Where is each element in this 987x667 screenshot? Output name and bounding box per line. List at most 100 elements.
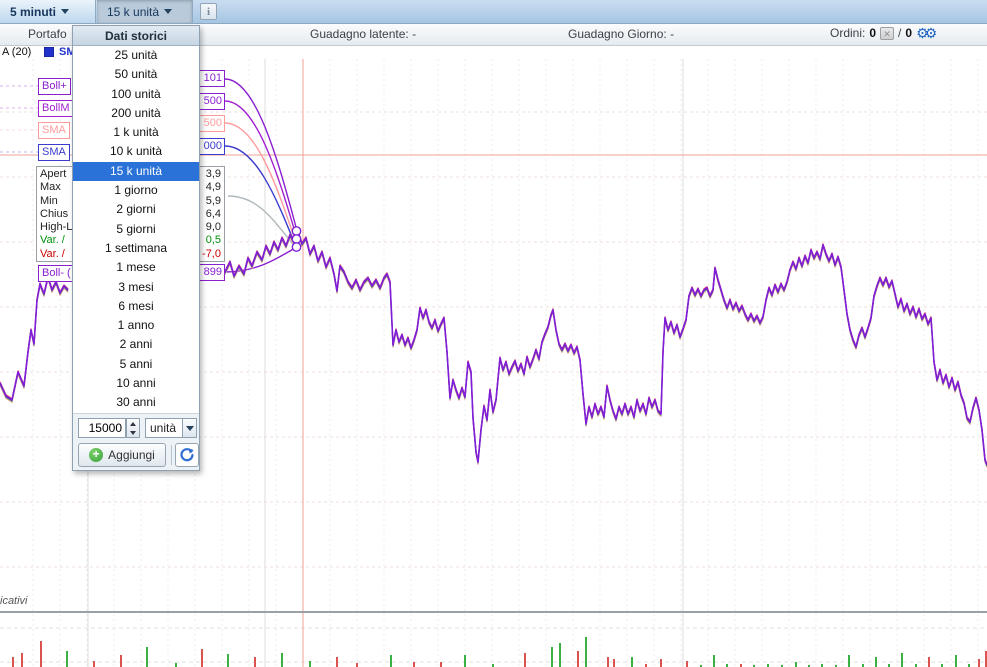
settings-gears-icon[interactable]: ⚙⚙	[916, 26, 937, 40]
add-button-label: Aggiungi	[108, 448, 155, 462]
latent-gain-value: -	[412, 27, 417, 41]
indicator-value-box: 500	[198, 93, 225, 110]
volume-bar	[336, 657, 338, 667]
chevron-down-icon	[185, 425, 194, 431]
dropdown-item[interactable]: 200 unità	[73, 104, 199, 123]
volume-bar	[175, 663, 177, 667]
band-end-marker	[291, 234, 302, 244]
dropdown-item[interactable]: 3 mesi	[73, 278, 199, 297]
legend-label-fragment: A (20)	[2, 46, 32, 58]
interval-label: 5 minuti	[10, 4, 57, 19]
band-end-marker	[291, 242, 302, 252]
refresh-icon	[180, 448, 194, 462]
dropdown-item[interactable]: 1 mese	[73, 258, 199, 277]
dropdown-item-selected[interactable]: 15 k unità	[73, 161, 199, 182]
dropdown-item[interactable]: 2 giorni	[73, 200, 199, 219]
dropdown-item[interactable]: 50 unità	[73, 65, 199, 84]
tooltip-label: Var. /	[40, 247, 65, 260]
volume-bar	[21, 653, 23, 667]
orders-separator: /	[898, 26, 902, 40]
volume-bar	[254, 657, 256, 667]
main-toolbar: 5 minuti 15 k unità i	[0, 0, 987, 24]
tooltip-value: 9,0	[205, 221, 221, 234]
dropdown-item[interactable]: 6 mesi	[73, 297, 199, 316]
add-button[interactable]: + Aggiungi	[78, 443, 166, 467]
tooltip-label: Apert	[40, 168, 67, 180]
volume-bar	[390, 655, 392, 667]
volume-bar	[12, 657, 14, 667]
tooltip-label: Max	[40, 181, 61, 194]
bollinger-curve	[227, 195, 294, 245]
volume-bar	[848, 655, 850, 667]
quantity-stepper[interactable]	[126, 418, 140, 438]
plus-icon: +	[89, 448, 104, 462]
price-series-line	[0, 276, 69, 401]
chevron-down-icon	[61, 9, 70, 14]
orders-label: Ordini:	[830, 26, 866, 40]
day-gain-value: -	[670, 27, 675, 41]
volume-bar	[551, 647, 553, 667]
stepper-down-icon[interactable]	[127, 428, 139, 437]
indicator-label-box: SMA	[38, 122, 70, 139]
dropdown-item[interactable]: 5 anni	[73, 355, 199, 374]
unit-select-arrow[interactable]	[182, 418, 197, 438]
volume-bar	[524, 653, 526, 667]
tooltip-value: 6,4	[205, 207, 221, 220]
dropdown-item[interactable]: 5 giorni	[73, 220, 199, 239]
volume-bar	[120, 655, 122, 667]
dropdown-item[interactable]: 10 k unità	[73, 142, 199, 161]
quantity-input[interactable]	[78, 418, 126, 438]
day-gain: Guadagno Giorno: -	[568, 27, 674, 41]
dropdown-item[interactable]: 1 k unità	[73, 123, 199, 142]
tooltip-label: Min	[40, 194, 58, 207]
dropdown-item[interactable]: 30 anni	[73, 393, 199, 412]
tooltip-value: 4,9	[205, 181, 221, 194]
band-end-marker	[291, 226, 302, 236]
day-gain-label: Guadagno Giorno:	[568, 27, 667, 41]
indicator-label-box: BollM	[38, 100, 74, 117]
indicator-label-box: SMA	[38, 144, 70, 161]
latent-gain-label: Guadagno latente:	[310, 27, 409, 41]
dropdown-footer: unità + Aggiungi	[73, 413, 199, 470]
dropdown-item[interactable]: 2 anni	[73, 335, 199, 354]
units-label: 15 k unità	[107, 4, 160, 19]
unit-select[interactable]: unità	[145, 418, 183, 438]
tooltip-label: Chius	[40, 207, 69, 220]
volume-bar	[686, 661, 688, 667]
tooltip-label: Var. /	[40, 234, 65, 247]
orders-open-count: 0	[869, 26, 877, 40]
volume-bar	[559, 643, 561, 667]
volume-bar	[928, 657, 930, 667]
dropdown-item[interactable]: 1 giorno	[73, 181, 199, 200]
orders-status: Ordini: 0 ✕ / 0 ⚙⚙	[830, 26, 937, 40]
volume-bar	[40, 641, 42, 667]
volume-bar	[309, 661, 311, 667]
info-button[interactable]: i	[200, 3, 217, 20]
historical-data-dropdown: Dati storici 25 unità 50 unità 100 unità 20…	[72, 25, 200, 471]
tooltip-label: High-L	[40, 221, 73, 234]
indicator-label-box: Boll+	[38, 78, 71, 95]
info-icon: i	[206, 5, 211, 18]
tooltip-value: 5,9	[205, 194, 221, 207]
stepper-up-icon[interactable]	[127, 419, 139, 428]
dropdown-item[interactable]: 100 unità	[73, 85, 199, 104]
dropdown-item[interactable]: 25 unità	[73, 46, 199, 65]
refresh-button[interactable]	[175, 443, 199, 467]
volume-bar	[440, 662, 442, 667]
latent-gain: Guadagno latente: -	[310, 27, 416, 41]
volume-bar	[413, 662, 415, 667]
cancel-orders-icon[interactable]: ✕	[880, 26, 895, 40]
volume-bar	[631, 657, 633, 667]
indicator-value-box: 899	[198, 264, 225, 281]
volume-bar	[978, 659, 980, 667]
volume-bar	[660, 659, 662, 667]
dropdown-item[interactable]: 1 anno	[73, 316, 199, 335]
volume-bar	[875, 657, 877, 667]
dropdown-title: Dati storici	[73, 26, 199, 46]
volume-bar	[464, 655, 466, 667]
dropdown-item[interactable]: 10 anni	[73, 374, 199, 393]
dropdown-item[interactable]: 1 settimana	[73, 239, 199, 258]
bollinger-curve	[224, 100, 298, 240]
interval-dropdown-button[interactable]: 5 minuti	[0, 0, 96, 23]
units-dropdown-button[interactable]: 15 k unità	[97, 0, 193, 23]
